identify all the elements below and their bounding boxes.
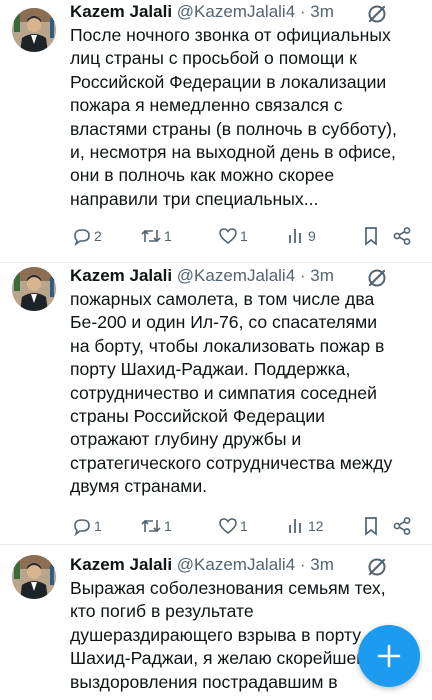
- text-line: пожарных самолета, в том числе два: [70, 289, 375, 309]
- text-line: После ночного звонка от официальных: [70, 25, 391, 45]
- tweet[interactable]: Kazem Jalali @KazemJalali4 · 3m пожарных…: [0, 263, 432, 544]
- repost-count: 1: [164, 518, 172, 534]
- avatar[interactable]: [12, 267, 56, 311]
- heart-icon: [219, 228, 237, 245]
- author-handle[interactable]: @KazemJalali4: [177, 555, 295, 574]
- bookmark-icon: [365, 517, 377, 536]
- author-name[interactable]: Kazem Jalali: [70, 266, 172, 285]
- text-line: на борту, чтобы локализовать пожар в: [70, 335, 385, 356]
- avatar[interactable]: [12, 555, 56, 599]
- like-count: 1: [240, 228, 248, 244]
- reply-count: 1: [94, 518, 102, 534]
- text-line: лиц страны с просьбой о помощи к: [70, 48, 357, 69]
- grok-icon[interactable]: [366, 3, 388, 25]
- text-line: кто погиб в результате: [70, 601, 254, 622]
- plus-icon: [377, 644, 401, 668]
- bookmark-button[interactable]: [362, 515, 380, 537]
- reply-icon: [74, 229, 90, 246]
- avatar[interactable]: [12, 8, 56, 52]
- view-count: 9: [308, 228, 316, 244]
- text-line: властями страны (в полночь в субботу),: [70, 118, 397, 139]
- bookmark-button[interactable]: [362, 225, 380, 247]
- timestamp[interactable]: · 3m: [300, 555, 334, 574]
- author-name[interactable]: Kazem Jalali: [70, 2, 172, 21]
- avatar-photo: [12, 555, 56, 599]
- repost-button[interactable]: 1: [140, 515, 172, 537]
- avatar-photo: [12, 8, 56, 52]
- tweet[interactable]: Kazem Jalali @KazemJalali4 · 3m После но…: [0, 0, 432, 262]
- reply-count: 2: [94, 228, 102, 244]
- repost-count: 1: [164, 228, 172, 244]
- reply-button[interactable]: 2: [72, 225, 102, 247]
- views-button[interactable]: 9: [288, 225, 316, 247]
- like-button[interactable]: 1: [218, 225, 248, 247]
- text-line: Выражая соболезнования семьям тех,: [70, 578, 386, 598]
- tweet-header: Kazem Jalali @KazemJalali4 · 3m: [70, 1, 334, 25]
- repost-icon: [141, 519, 161, 533]
- text-line: и, несмотря на выходной день в офисе,: [70, 142, 396, 163]
- tweet-text: После ночного звонка от официальных лиц …: [70, 24, 422, 211]
- author-handle[interactable]: @KazemJalali4: [177, 266, 295, 285]
- views-icon: [289, 519, 301, 533]
- text-line: Российской Федерации в локализации: [70, 71, 387, 92]
- repost-icon: [141, 229, 161, 243]
- reply-button[interactable]: 1: [72, 515, 102, 537]
- share-icon: [393, 517, 411, 535]
- timestamp[interactable]: · 3m: [300, 2, 334, 21]
- text-line: двумя странами.: [70, 476, 208, 497]
- views-icon: [289, 229, 301, 243]
- view-count: 12: [308, 518, 324, 534]
- tweet-header: Kazem Jalali @KazemJalali4 · 3m: [70, 265, 334, 289]
- text-line: порту Шахид-Раджаи. Поддержка,: [70, 359, 351, 380]
- text-line: направили три специальных...: [70, 188, 319, 209]
- tweet-actions: 2 1 1 9: [70, 225, 420, 247]
- text-line: страны Российской Федерации: [70, 406, 325, 427]
- text-line: они в полночь как можно скорее: [70, 165, 335, 186]
- share-button[interactable]: [392, 515, 412, 537]
- grok-icon[interactable]: [366, 556, 388, 578]
- avatar-photo: [12, 267, 56, 311]
- author-handle[interactable]: @KazemJalali4: [177, 2, 295, 21]
- text-line: сотрудничество и симпатия соседней: [70, 382, 377, 403]
- bookmark-icon: [365, 227, 377, 246]
- share-icon: [393, 227, 411, 245]
- compose-button[interactable]: [358, 625, 420, 687]
- text-line: Бе-200 и один Ил-76, со спасателями: [70, 312, 378, 333]
- reply-icon: [74, 519, 90, 536]
- like-button[interactable]: 1: [218, 515, 248, 537]
- tweet-header: Kazem Jalali @KazemJalali4 · 3m: [70, 554, 334, 578]
- views-button[interactable]: 12: [288, 515, 324, 537]
- heart-icon: [219, 518, 237, 535]
- repost-button[interactable]: 1: [140, 225, 172, 247]
- author-name[interactable]: Kazem Jalali: [70, 555, 172, 574]
- tweet-text: пожарных самолета, в том числе два Бе-20…: [70, 288, 422, 499]
- like-count: 1: [240, 518, 248, 534]
- tweet-actions: 1 1 1 12: [70, 515, 420, 537]
- text-line: стратегического сотрудничества между: [70, 452, 393, 473]
- grok-icon[interactable]: [366, 267, 388, 289]
- share-button[interactable]: [392, 225, 412, 247]
- text-line: пожара я немедленно связался с: [70, 95, 343, 116]
- text-line: отражают глубину дружбы и: [70, 429, 302, 450]
- timestamp[interactable]: · 3m: [300, 266, 334, 285]
